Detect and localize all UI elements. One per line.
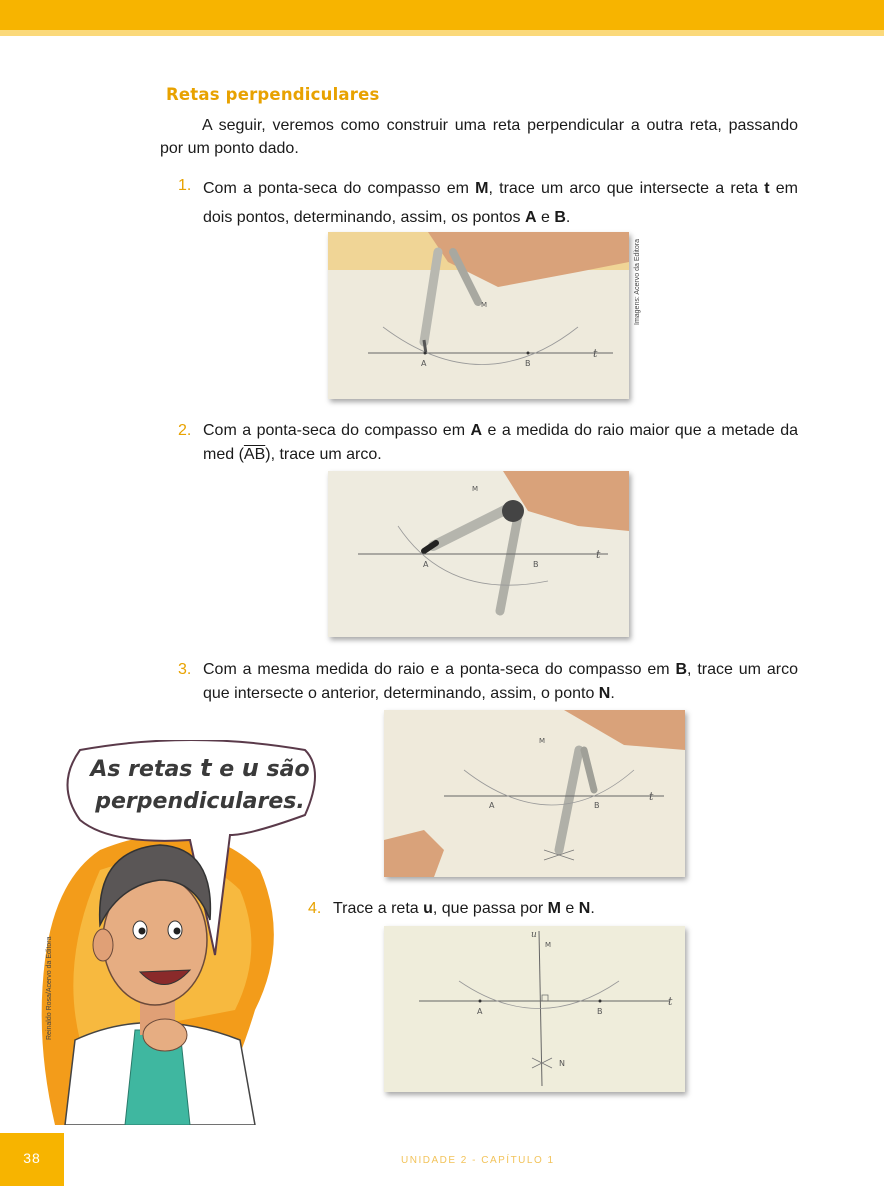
- svg-text:M: M: [545, 941, 551, 949]
- svg-text:u: u: [531, 930, 537, 940]
- svg-text:B: B: [594, 801, 600, 810]
- step-number: 1.: [178, 177, 192, 194]
- intro-paragraph: A seguir, veremos como construir uma ret…: [160, 114, 798, 160]
- photo-step-4: A B M N t u: [384, 926, 685, 1092]
- svg-text:t: t: [649, 790, 654, 803]
- photo-step-3: A B M t: [384, 710, 685, 877]
- section-title: Retas perpendiculares: [166, 85, 380, 104]
- header-bar-stripe: [0, 30, 884, 36]
- label-t: t: [593, 347, 598, 360]
- svg-text:t: t: [596, 548, 601, 561]
- header-bar: [0, 0, 884, 30]
- svg-text:t: t: [668, 995, 673, 1008]
- photo-step-2: A B M t: [328, 471, 629, 637]
- step-text: Com a mesma medida do raio e a ponta-sec…: [203, 661, 798, 702]
- photo-step-1: A B M t: [328, 232, 629, 399]
- footer-text: UNIDADE 2 - CAPÍTULO 1: [401, 1155, 555, 1166]
- step-3: 3. Com a mesma medida do raio e a ponta-…: [178, 658, 798, 706]
- svg-text:B: B: [533, 560, 539, 569]
- step-2: 2. Com a ponta-seca do compasso em A e a…: [178, 419, 798, 467]
- illustration-credit: Reinaldo Rosa/Acervo da Editora: [46, 936, 53, 1040]
- intro-text: A seguir, veremos como construir uma ret…: [160, 117, 798, 157]
- step-4: 4. Trace a reta u, que passa por M e N.: [308, 897, 708, 923]
- label-b: B: [525, 359, 531, 368]
- image-credit: Imagens: Acervo da Editora: [634, 239, 641, 325]
- step-text: Trace a reta u, que passa por M e N.: [333, 900, 595, 917]
- label-m: M: [481, 301, 487, 309]
- svg-text:M: M: [539, 737, 545, 745]
- svg-text:A: A: [489, 801, 495, 810]
- speech-line-1: As retas t e u são: [90, 754, 310, 782]
- step-number: 3.: [178, 661, 192, 678]
- speech-line-2: perpendiculares.: [95, 789, 305, 814]
- svg-text:B: B: [597, 1007, 603, 1016]
- svg-text:N: N: [559, 1059, 565, 1068]
- step-1: 1. Com a ponta-seca do compasso em M, tr…: [178, 174, 798, 228]
- svg-text:M: M: [472, 485, 478, 493]
- step-number: 2.: [178, 422, 192, 439]
- step-text: Com a ponta-seca do compasso em M, trace…: [203, 180, 799, 226]
- speech-bubble-text: As retas t e u são perpendiculares.: [90, 752, 310, 818]
- svg-text:A: A: [477, 1007, 483, 1016]
- label-a: A: [421, 359, 427, 368]
- step-text: Com a ponta-seca do compasso em A e a me…: [203, 422, 798, 463]
- svg-text:A: A: [423, 560, 429, 569]
- page-number: 38: [23, 1150, 41, 1166]
